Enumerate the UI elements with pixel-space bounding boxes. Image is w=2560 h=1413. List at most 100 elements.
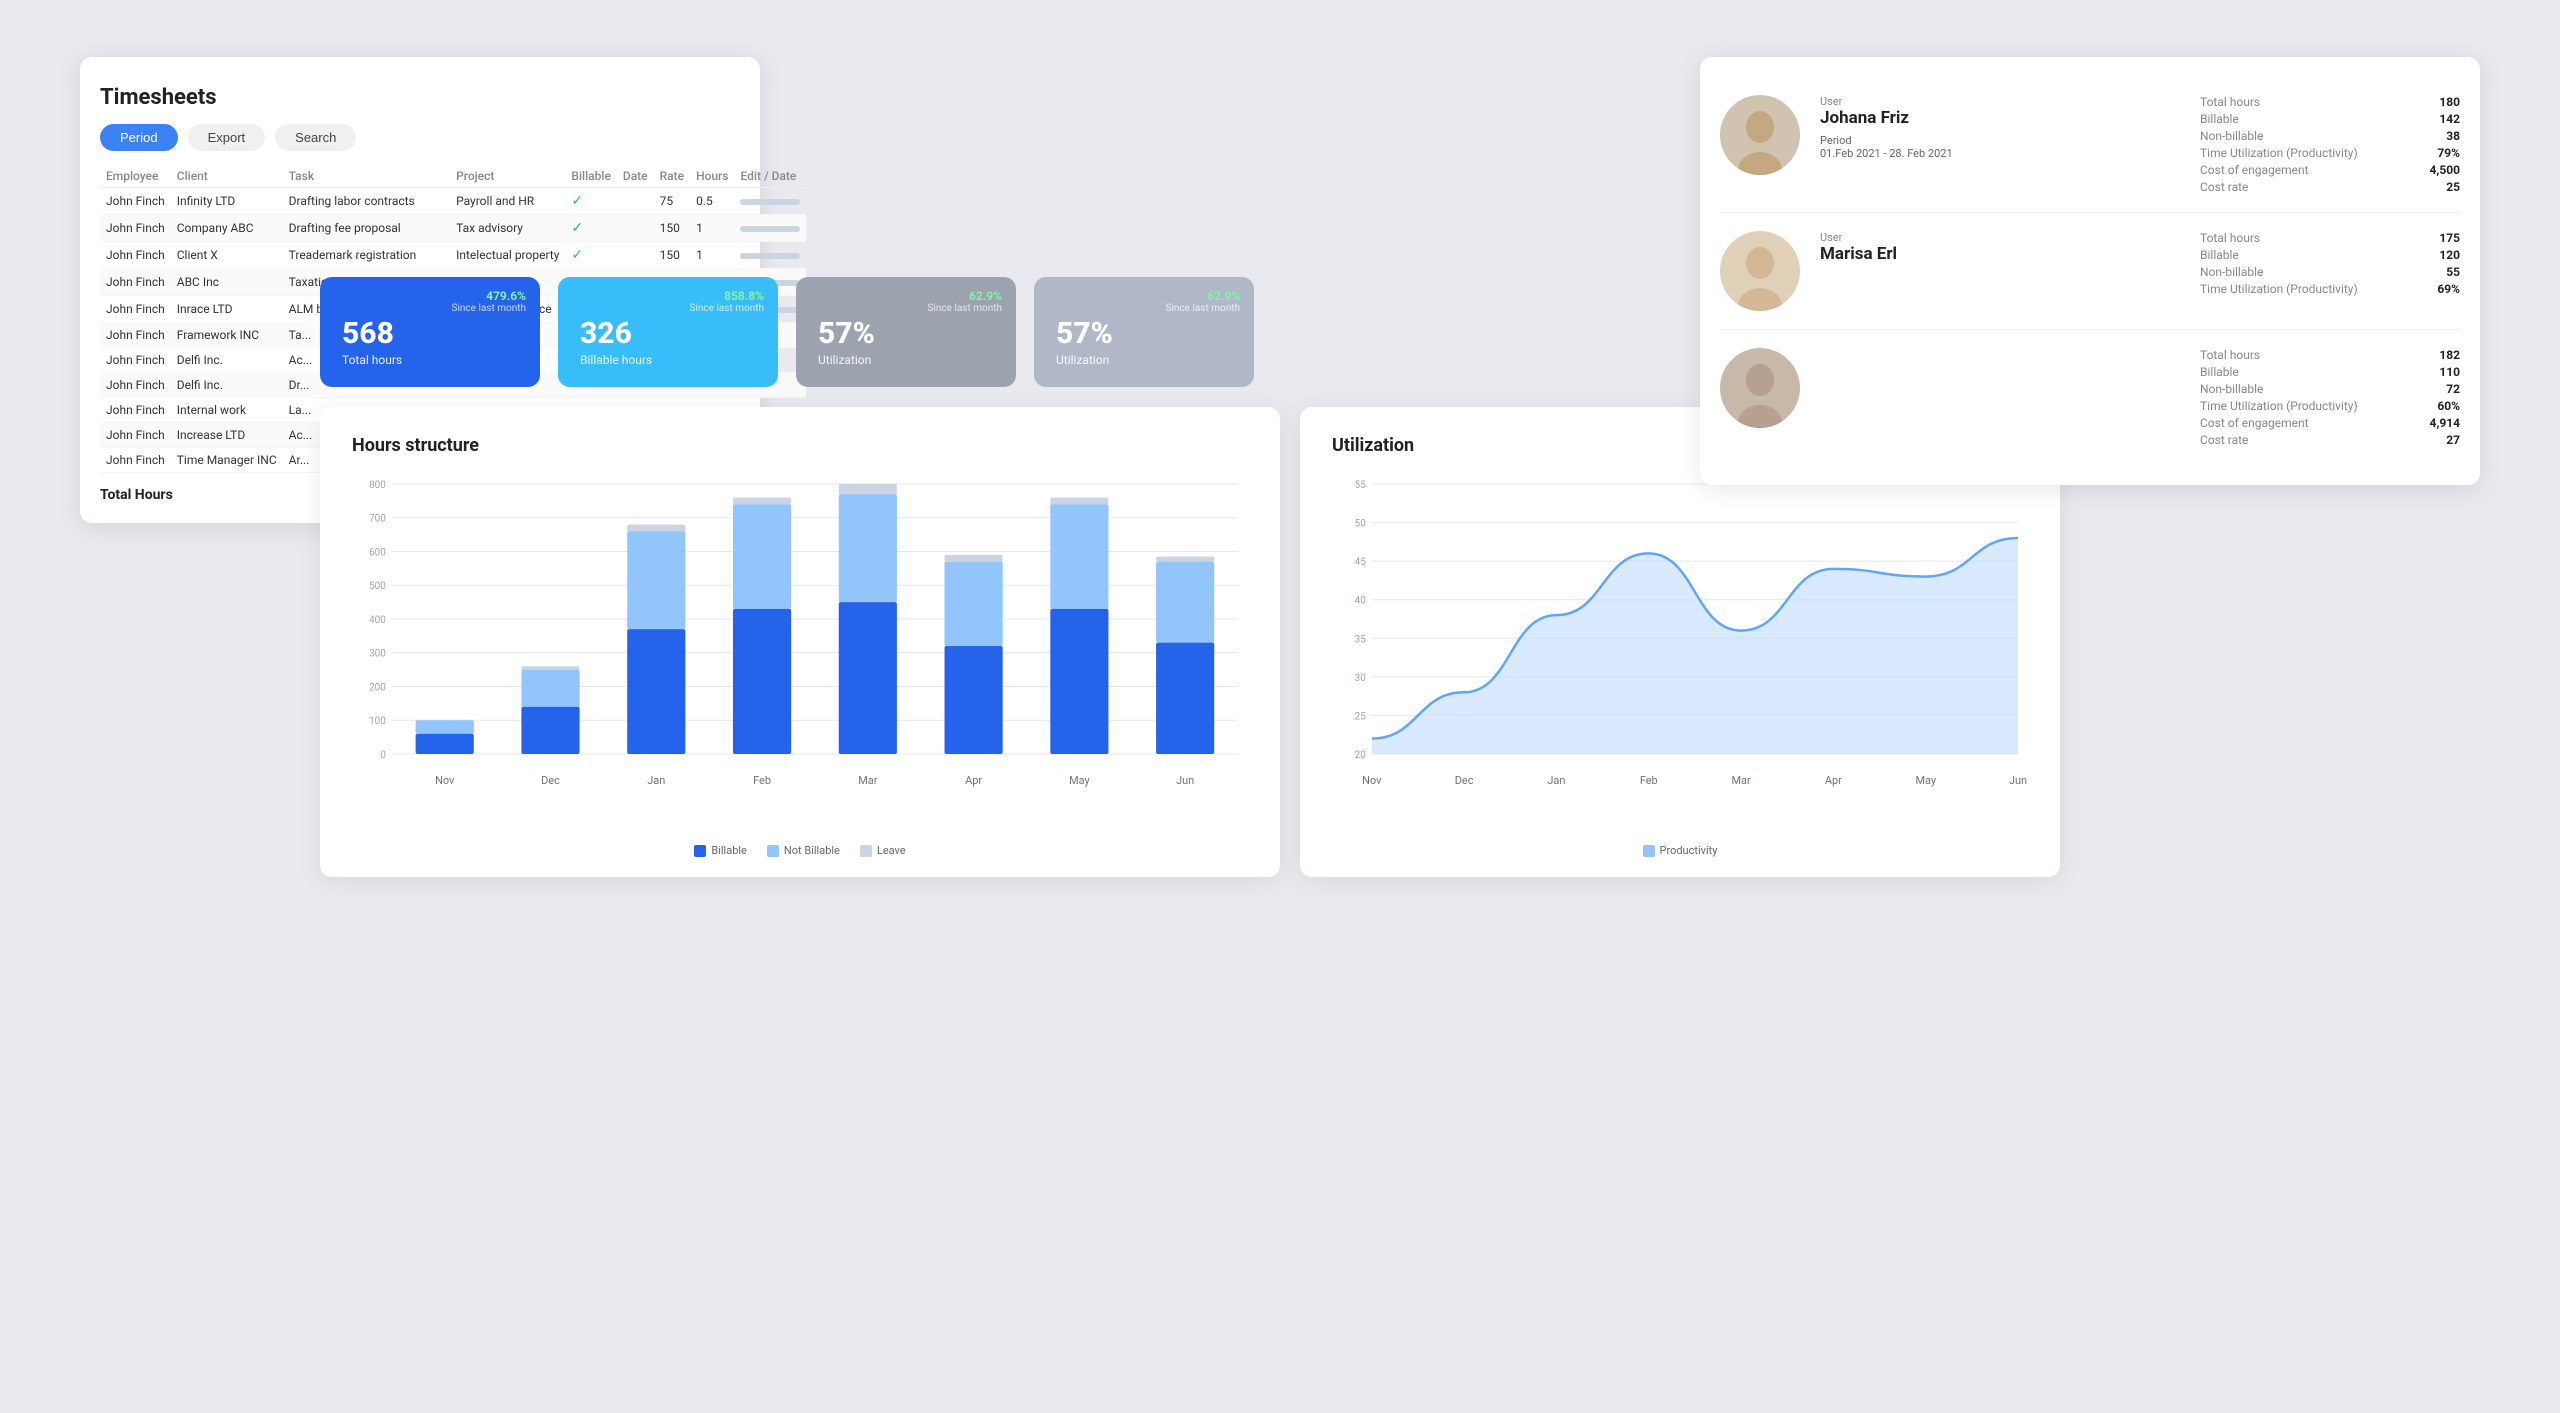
stat-label: Billable [2200, 248, 2239, 262]
stat-row: Time Utilization (Productivity) 69% [2200, 282, 2460, 296]
utilization-chart-legend: Productivity [1332, 844, 2028, 857]
metric-badge: 858.8% [690, 289, 764, 303]
cell-rate: 150 [654, 214, 690, 241]
svg-text:25: 25 [1355, 711, 1367, 722]
svg-text:30: 30 [1355, 672, 1367, 683]
svg-text:Apr: Apr [965, 773, 982, 786]
search-button[interactable]: Search [275, 124, 356, 151]
timesheets-title: Timesheets [100, 85, 740, 110]
cell-client: Time Manager INC [171, 447, 283, 472]
legend-billable: Billable [694, 844, 747, 857]
stat-value: 72 [2446, 382, 2460, 396]
timesheets-toolbar: Period Export Search [100, 124, 740, 151]
svg-text:Jan: Jan [647, 773, 665, 786]
col-billable: Billable [565, 165, 616, 188]
svg-text:May: May [1915, 773, 1936, 786]
user-period: Period01.Feb 2021 - 28. Feb 2021 [1820, 134, 2180, 160]
cell-employee: John Finch [100, 347, 171, 372]
stat-row: Billable 110 [2200, 365, 2460, 379]
utilization-chart-area: 2025303540455055NovDecJanFebMarAprMayJun [1332, 474, 2028, 834]
hours-chart-area: 0100200300400500600700800NovDecJanFebMar… [352, 474, 1248, 834]
cell-client: Increase LTD [171, 422, 283, 447]
table-row[interactable]: John Finch Infinity LTD Drafting labor c… [100, 187, 806, 214]
metric-label: Billable hours [580, 353, 756, 367]
stat-value: 175 [2439, 231, 2460, 245]
stat-row: Non-billable 55 [2200, 265, 2460, 279]
svg-text:400: 400 [369, 614, 386, 625]
svg-text:Feb: Feb [1640, 773, 1658, 786]
svg-text:Nov: Nov [1362, 773, 1382, 786]
stat-label: Cost of engagement [2200, 163, 2309, 177]
col-client: Client [171, 165, 283, 188]
metric-badge-area: 479.6% Since last month [452, 289, 526, 314]
cell-client: Framework INC [171, 322, 283, 347]
col-project: Project [450, 165, 565, 188]
cell-employee: John Finch [100, 268, 171, 295]
stat-value: 25 [2446, 180, 2460, 194]
table-row[interactable]: John Finch Client X Treademark registrat… [100, 241, 806, 268]
svg-text:55: 55 [1355, 479, 1367, 490]
stat-value: 79% [2437, 146, 2460, 160]
cell-client: Internal work [171, 397, 283, 422]
stat-label: Cost rate [2200, 180, 2248, 194]
metric-badge-area: 62.9% Since last month [1166, 289, 1240, 314]
user-name: Johana Friz [1820, 108, 2180, 128]
period-button[interactable]: Period [100, 124, 178, 151]
stat-row: Billable 142 [2200, 112, 2460, 126]
stat-row: Billable 120 [2200, 248, 2460, 262]
metric-since: Since last month [928, 303, 1002, 314]
stat-label: Cost of engagement [2200, 416, 2309, 430]
export-button[interactable]: Export [188, 124, 266, 151]
stat-row: Cost rate 27 [2200, 433, 2460, 447]
stat-label: Total hours [2200, 231, 2260, 245]
cell-client: Delfi Inc. [171, 347, 283, 372]
cell-hours: 0.5 [690, 187, 734, 214]
stat-value: 55 [2446, 265, 2460, 279]
cell-task: Drafting fee proposal [283, 214, 450, 241]
metric-card: 62.9% Since last month 57% Utilization [796, 277, 1016, 387]
stat-row: Non-billable 72 [2200, 382, 2460, 396]
metric-card: 479.6% Since last month 568 Total hours [320, 277, 540, 387]
metric-label: Utilization [818, 353, 994, 367]
svg-text:Feb: Feb [753, 773, 771, 786]
metric-badge: 62.9% [1166, 289, 1240, 303]
cell-billable: ✓ [565, 241, 616, 268]
hours-chart-legend: Billable Not Billable Leave [352, 844, 1248, 857]
svg-text:800: 800 [369, 479, 386, 490]
svg-text:40: 40 [1355, 595, 1367, 606]
legend-not-billable: Not Billable [767, 844, 840, 857]
legend-productivity: Productivity [1643, 844, 1718, 857]
stat-row: Cost of engagement 4,500 [2200, 163, 2460, 177]
metric-badge-area: 858.8% Since last month [690, 289, 764, 314]
stat-label: Non-billable [2200, 382, 2263, 396]
cell-project: Payroll and HR [450, 187, 565, 214]
user-label: User [1820, 95, 2180, 108]
col-hours: Hours [690, 165, 734, 188]
stat-label: Total hours [2200, 348, 2260, 362]
dashboard-container: Timesheets Period Export Search Employee… [80, 57, 2480, 1357]
stat-label: Time Utilization (Productivity) [2200, 282, 2358, 296]
table-row[interactable]: John Finch Company ABC Drafting fee prop… [100, 214, 806, 241]
cell-client: Client X [171, 241, 283, 268]
metric-since: Since last month [452, 303, 526, 314]
svg-text:Dec: Dec [541, 773, 560, 786]
stat-value: 182 [2439, 348, 2460, 362]
cell-employee: John Finch [100, 322, 171, 347]
cell-date [617, 214, 654, 241]
stat-row: Cost of engagement 4,914 [2200, 416, 2460, 430]
svg-text:Jun: Jun [2009, 773, 2027, 786]
metric-label: Utilization [1056, 353, 1232, 367]
cell-client: Delfi Inc. [171, 372, 283, 397]
user-info [1820, 348, 2180, 352]
svg-text:200: 200 [369, 682, 386, 693]
stat-value: 4,914 [2430, 416, 2461, 430]
svg-text:50: 50 [1355, 518, 1367, 529]
stat-value: 4,500 [2430, 163, 2461, 177]
user-stats: Total hours 175 Billable 120 Non-billabl… [2200, 231, 2460, 296]
stat-label: Billable [2200, 365, 2239, 379]
cell-employee: John Finch [100, 295, 171, 322]
metric-label: Total hours [342, 353, 518, 367]
stat-value: 142 [2439, 112, 2460, 126]
metric-card: 62.9% Since last month 57% Utilization [1034, 277, 1254, 387]
cell-rate: 75 [654, 187, 690, 214]
